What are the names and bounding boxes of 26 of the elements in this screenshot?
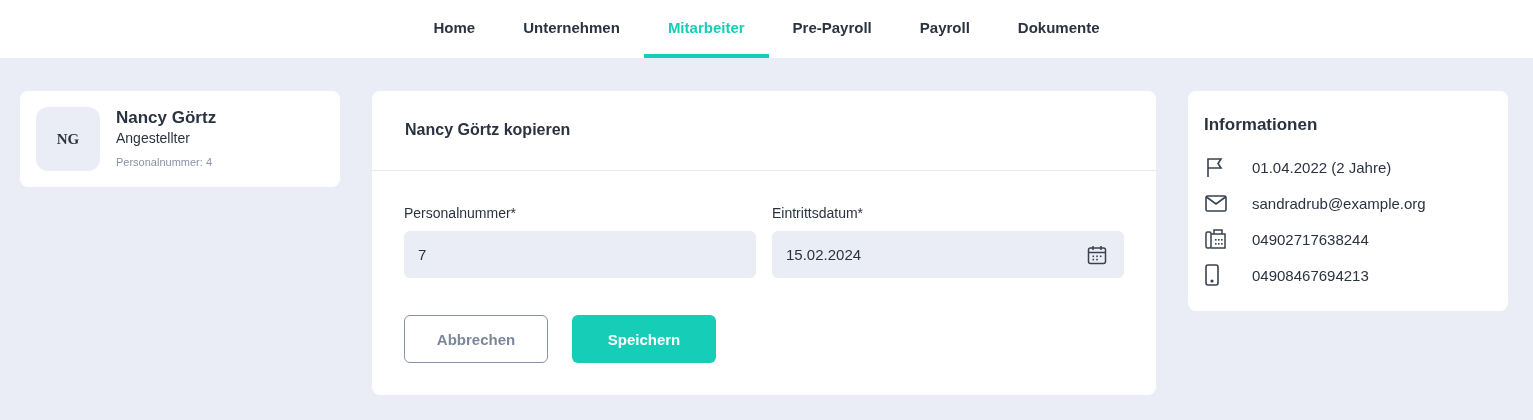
employee-name: Nancy Görtz bbox=[116, 108, 217, 128]
field-label: Eintrittsdatum* bbox=[772, 205, 865, 221]
calendar-icon[interactable] bbox=[1087, 244, 1107, 265]
avatar-initials: NG bbox=[36, 107, 100, 171]
nav-tab[interactable]: Unternehmen bbox=[499, 0, 644, 58]
info-text: 04902717638244 bbox=[1252, 230, 1369, 248]
date-field[interactable]: 15.02.2024 bbox=[772, 231, 1124, 278]
mobile-phone-icon bbox=[1205, 264, 1219, 286]
mail-icon bbox=[1205, 194, 1227, 212]
field-label: Personalnummer* bbox=[404, 205, 518, 221]
nav-tab[interactable]: Pre-Payroll bbox=[768, 0, 896, 58]
info-text: 01.04.2022 (2 Jahre) bbox=[1252, 158, 1392, 176]
desk-phone-icon bbox=[1205, 229, 1227, 249]
personnel-number: 4 bbox=[205, 156, 212, 168]
input-field[interactable]: 7 bbox=[404, 231, 756, 278]
flag-icon bbox=[1205, 156, 1225, 178]
nav-tab[interactable]: Home bbox=[409, 0, 500, 58]
nav-tab[interactable]: Payroll bbox=[895, 0, 994, 58]
info-text: 04908467694213 bbox=[1252, 266, 1369, 284]
info-text: sandradrub@example.org bbox=[1252, 194, 1426, 212]
employee-role: Angestellter bbox=[116, 130, 191, 146]
cancel-button[interactable]: Abbrechen bbox=[404, 315, 548, 363]
info-title: Informationen bbox=[1204, 115, 1319, 135]
nav-tab[interactable]: Dokumente bbox=[993, 0, 1124, 58]
form-title: Nancy Görtz kopieren bbox=[372, 91, 1156, 171]
personnel-number-label: Personalnummer: bbox=[116, 156, 203, 168]
